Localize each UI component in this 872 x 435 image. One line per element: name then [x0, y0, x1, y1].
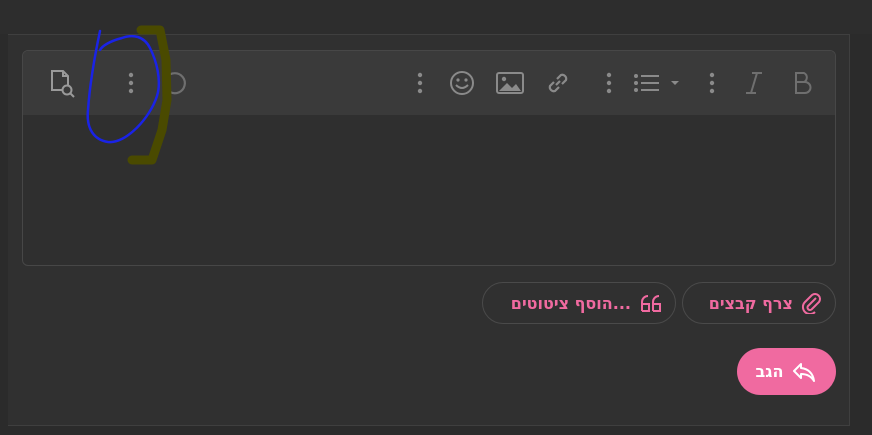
- more-icon: [128, 72, 134, 94]
- preview-icon: [51, 70, 75, 98]
- list-icon: [634, 74, 679, 92]
- italic-icon: [746, 72, 762, 94]
- reply-label: הגב: [755, 362, 784, 381]
- link-icon: [548, 73, 568, 93]
- more-options-button-3[interactable]: [594, 67, 624, 99]
- more-options-button-4[interactable]: [697, 67, 727, 99]
- editor-text-area[interactable]: [23, 115, 835, 265]
- image-icon: [496, 72, 524, 94]
- more-icon: [417, 72, 423, 94]
- smiley-icon: [450, 71, 474, 95]
- message-editor: [22, 50, 836, 266]
- attach-files-label: צרף קבצים: [708, 293, 793, 313]
- italic-button[interactable]: [739, 67, 769, 99]
- preview-button[interactable]: [47, 67, 77, 99]
- more-options-button-1[interactable]: [116, 67, 146, 99]
- more-icon: [606, 72, 612, 94]
- reply-button[interactable]: הגב: [737, 348, 836, 395]
- add-quotes-label: הוסף ציטוטים...: [510, 293, 631, 313]
- attach-files-button[interactable]: צרף קבצים: [682, 282, 836, 324]
- quote-icon: [641, 295, 661, 312]
- more-icon: [709, 72, 715, 94]
- more-options-button-2[interactable]: [405, 67, 435, 99]
- add-quotes-button[interactable]: הוסף ציטוטים...: [482, 282, 676, 324]
- editor-toolbar: [23, 51, 835, 115]
- insert-image-button[interactable]: [495, 67, 525, 99]
- bold-icon: [795, 72, 812, 94]
- bold-button[interactable]: [788, 67, 818, 99]
- emoji-button[interactable]: [447, 67, 477, 99]
- paperclip-icon: [801, 293, 821, 314]
- top-band: [0, 0, 872, 34]
- undo-button[interactable]: [159, 67, 189, 99]
- insert-link-button[interactable]: [543, 67, 573, 99]
- reply-icon: [793, 362, 816, 382]
- list-dropdown-button[interactable]: [629, 67, 689, 99]
- undo-icon: [162, 72, 186, 95]
